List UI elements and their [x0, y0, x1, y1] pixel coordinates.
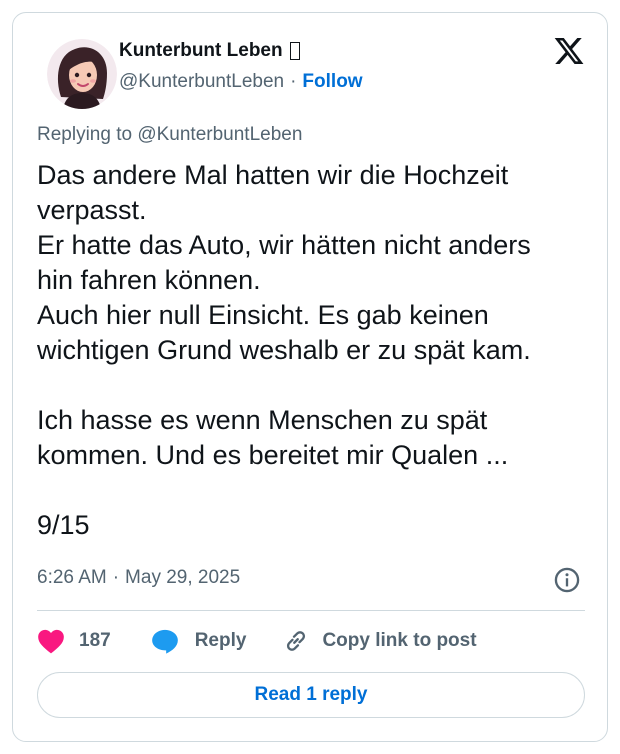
reply-label: Reply: [194, 630, 247, 651]
avatar-illustration-icon: [47, 39, 117, 109]
author-handle-row: @KunterbuntLeben · Follow: [119, 71, 363, 93]
like-button[interactable]: 187: [37, 628, 111, 654]
author-handle[interactable]: @KunterbuntLeben: [119, 71, 284, 93]
heart-icon: [38, 629, 64, 654]
divider: [37, 610, 585, 611]
copy-link-label: Copy link to post: [322, 630, 477, 651]
reply-button[interactable]: Reply: [151, 628, 247, 654]
action-bar: 187 Reply Copy link to post: [37, 623, 477, 659]
speech-bubble-icon: [151, 629, 178, 654]
timestamp-row[interactable]: 6:26 AM · May 29, 2025: [37, 567, 240, 589]
tweet-body: Das andere Mal hatten wir die Hochzeit v…: [37, 160, 531, 540]
replying-to-text[interactable]: Replying to @KunterbuntLeben: [37, 124, 302, 146]
info-icon[interactable]: [553, 566, 581, 594]
author-name-row: Kunterbunt Leben: [119, 39, 300, 63]
link-icon: [287, 631, 306, 651]
follow-button[interactable]: Follow: [302, 71, 362, 93]
avatar[interactable]: [47, 39, 117, 109]
like-count: 187: [79, 630, 111, 651]
tweet-date[interactable]: May 29, 2025: [125, 567, 240, 588]
copy-link-button[interactable]: Copy link to post: [282, 627, 477, 655]
x-logo-icon[interactable]: [553, 35, 585, 67]
tweet-time[interactable]: 6:26 AM: [37, 567, 107, 588]
tweet-card: Kunterbunt Leben @KunterbuntLeben · Foll…: [12, 12, 608, 742]
read-replies-button[interactable]: Read 1 reply: [37, 672, 585, 718]
author-name[interactable]: Kunterbunt Leben: [119, 40, 283, 62]
separator-dot: ·: [290, 71, 297, 92]
separator-dot: ·: [112, 567, 120, 588]
missing-glyph-icon: [289, 42, 300, 60]
